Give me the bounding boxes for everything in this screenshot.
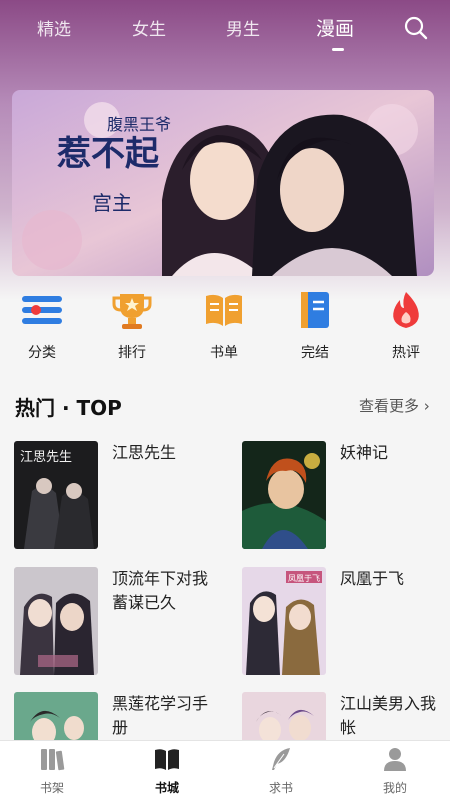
tab-male[interactable]: 男生 [226,15,260,40]
category-label: 排行 [118,345,146,361]
search-icon [404,16,428,40]
book-card[interactable]: 顶流年下对我蓄谋已久 [14,567,214,677]
banner-carousel[interactable]: 惹不起 腹黑王爷 宫主 [12,90,434,276]
bookshelf-icon [41,749,65,771]
book-cover: 凤凰于飞 [242,567,326,675]
banner-image: 惹不起 腹黑王爷 宫主 [12,90,434,276]
book-title: 顶流年下对我蓄谋已久 [112,569,209,612]
section-title: 热门 · TOP [15,396,122,420]
trophy-icon [112,294,152,329]
search-button[interactable] [402,14,430,42]
user-icon [384,748,406,771]
quill-icon [272,748,290,770]
book-cover: 江思先生 [14,441,98,549]
nav-bookshelf[interactable]: 书架 [12,741,92,800]
svg-text:宫主: 宫主 [92,191,132,215]
book-card[interactable]: 江思先生 江思先生 [14,441,214,551]
svg-text:腹黑王爷: 腹黑王爷 [107,115,171,134]
closed-book-icon [301,292,329,328]
view-more-link[interactable]: 查看更多 › [359,395,430,416]
nav-label: 我的 [382,781,407,795]
category-classify[interactable]: 分类 [12,290,72,366]
nav-book-store[interactable]: 书城 [127,741,207,800]
tab-female[interactable]: 女生 [132,15,166,40]
book-cover [242,441,326,549]
category-ranking[interactable]: 排行 [102,290,162,366]
tab-featured[interactable]: 精选 [37,15,71,40]
svg-text:惹不起: 惹不起 [57,134,160,174]
book-card[interactable]: 凤凰于飞 凤凰于飞 [242,567,442,677]
book-cover [14,567,98,675]
active-tab-indicator [332,48,344,51]
category-row: 分类 排行 书单 完结 热评 [0,290,450,370]
book-title: 江山美男入我帐 [340,694,437,737]
category-label: 分类 [28,345,56,361]
open-book-icon [206,294,242,326]
nav-label: 书架 [39,781,64,795]
category-hot-reviews[interactable]: 热评 [376,290,436,366]
book-title: 江思先生 [112,443,177,462]
book-title: 黑莲花学习手册 [112,694,209,737]
cover-title-text: 凤凰于飞 [288,574,320,583]
book-card[interactable]: 妖神记 [242,441,442,551]
flame-icon [393,292,419,328]
book-title: 凤凰于飞 [340,569,405,588]
category-label: 完结 [301,345,329,361]
nav-label: 书城 [154,781,179,795]
nav-request-book[interactable]: 求书 [241,741,321,800]
category-label: 书单 [210,345,238,361]
book-title: 妖神记 [340,443,389,462]
category-label: 热评 [392,345,420,361]
nav-mine[interactable]: 我的 [355,741,435,800]
top-tab-bar: 精选 女生 男生 漫画 [0,0,450,60]
tab-comics[interactable]: 漫画 [316,14,354,41]
bottom-nav: 书架 书城 求书 我的 [0,740,450,800]
category-completed[interactable]: 完结 [285,290,345,366]
book-store-icon [155,749,179,770]
list-icon [22,296,62,324]
category-booklist[interactable]: 书单 [194,290,254,366]
cover-title-text: 江思先生 [20,450,72,465]
nav-label: 求书 [268,781,293,795]
